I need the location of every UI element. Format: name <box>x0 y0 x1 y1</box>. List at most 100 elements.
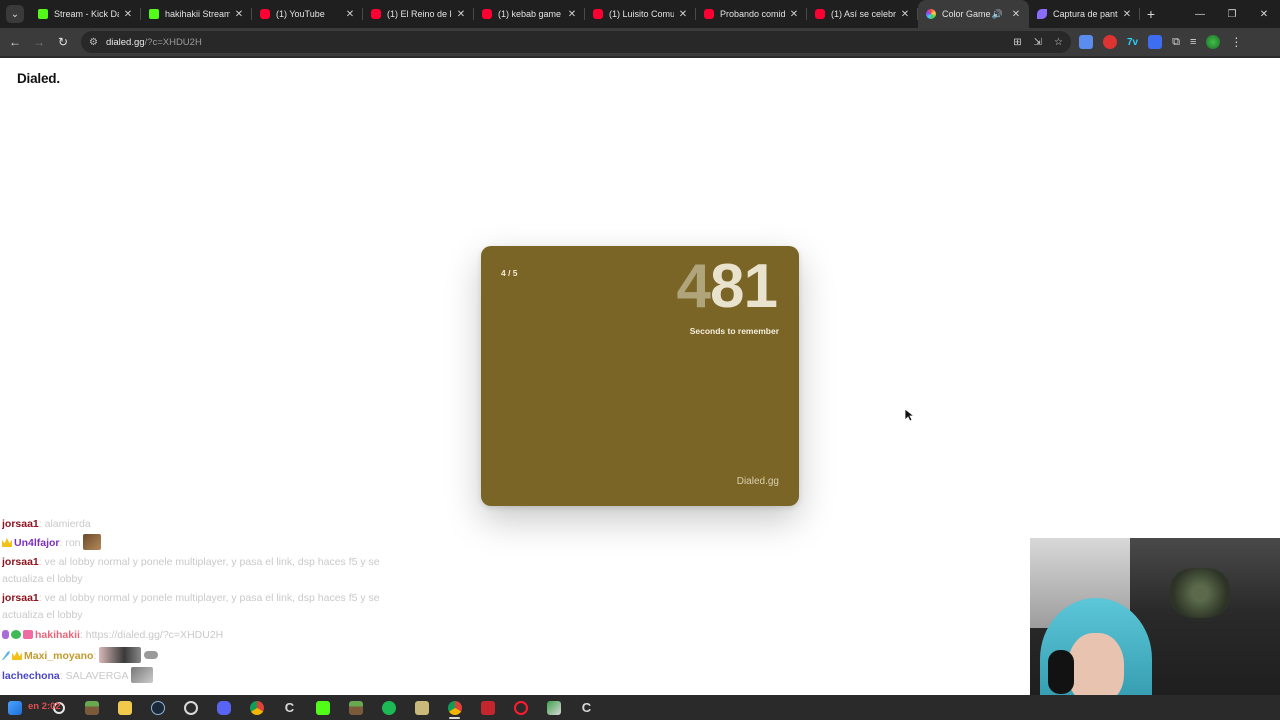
toolbar-divider <box>0 56 1280 58</box>
sub-badge-icon <box>23 630 33 639</box>
chat-text: : ve al lobby normal y ponele multiplaye… <box>2 556 380 585</box>
chat-text: : https://dialed.gg/?c=XHDU2H <box>79 629 224 641</box>
kick-icon <box>315 700 330 715</box>
taskbar-game[interactable] <box>75 695 108 720</box>
taskbar-kick[interactable] <box>306 695 339 720</box>
tab-asi-se-celebra[interactable]: (1) Así se celebra ✕ <box>807 0 918 28</box>
site-settings-icon[interactable]: ⚙ <box>89 37 98 48</box>
extension-blue-icon[interactable] <box>1148 35 1163 49</box>
tab-title: (1) El Reino de los <box>387 9 452 19</box>
taskbar-obs[interactable] <box>174 695 207 720</box>
cat-emote-icon <box>83 534 102 550</box>
taskbar-spotify[interactable] <box>372 695 405 720</box>
taskbar-chrome[interactable] <box>240 695 273 720</box>
taskbar-ccleaner[interactable]: C <box>273 695 306 720</box>
taskbar-chrome-active[interactable] <box>438 695 471 720</box>
mic-badge-icon <box>2 630 9 639</box>
bookmark-star-icon[interactable]: ☆ <box>1054 37 1063 48</box>
taskbar-file-explorer[interactable] <box>108 695 141 720</box>
taskbar-steam[interactable] <box>141 695 174 720</box>
translate-icon[interactable]: ⊞ <box>1013 37 1021 48</box>
extensions-bar: 7v ⧉ ≡ ⋮ <box>1079 35 1242 49</box>
tab-kebab-game[interactable]: (1) kebab game s ✕ <box>474 0 585 28</box>
speaker-icon[interactable]: 🔊 <box>992 9 1003 20</box>
profile-avatar-icon[interactable] <box>1206 35 1221 49</box>
small-emote-icon <box>130 667 153 683</box>
timer-caption: Seconds to remember <box>689 326 779 336</box>
start-icon <box>8 700 22 715</box>
tab-luisito-comunica[interactable]: (1) Luisito Comun ✕ <box>585 0 696 28</box>
chat-username: jorsaa1 <box>2 592 39 604</box>
tab-search-chevron-icon[interactable]: ⌄ <box>6 5 24 23</box>
close-icon[interactable]: ✕ <box>1122 9 1132 20</box>
reload-icon[interactable]: ↻ <box>51 35 75 49</box>
discord-icon <box>216 700 231 715</box>
tab-color-game[interactable]: Color Game - 🔊 ✕ <box>918 0 1029 28</box>
start-button[interactable] <box>4 695 26 720</box>
forward-arrow-icon[interactable]: → <box>27 35 51 49</box>
tab-title: (1) YouTube <box>276 9 325 19</box>
taskbar-voicemeeter[interactable] <box>471 695 504 720</box>
close-icon[interactable]: ✕ <box>345 9 355 20</box>
close-icon[interactable]: ✕ <box>900 9 910 20</box>
timer-remaining-digits: 81 <box>710 252 778 321</box>
taskbar-discord[interactable] <box>207 695 240 720</box>
tab-captura-de-pantalla[interactable]: Captura de panta ✕ <box>1029 0 1140 28</box>
kebab-menu-icon[interactable]: ⋮ <box>1230 35 1242 49</box>
webcam-streamer-face <box>1068 633 1124 703</box>
chat-message: jorsaa1: alamierda <box>2 519 422 532</box>
chrome-icon <box>447 700 462 715</box>
extensions-puzzle-icon[interactable]: ⧉ <box>1172 36 1180 49</box>
media-controls-icon[interactable]: ≡ <box>1190 36 1196 48</box>
restore-icon[interactable]: ❐ <box>1216 9 1248 20</box>
taskbar-ccleaner-2[interactable]: C <box>570 695 603 720</box>
chat-message: hakihakii: https://dialed.gg/?c=XHDU2H <box>2 626 422 645</box>
tab-title: Stream - Kick Das <box>54 9 119 19</box>
ccleaner-icon: C <box>581 700 592 715</box>
chat-username: jorsaa1 <box>2 556 39 568</box>
taskbar-game-launcher[interactable] <box>405 695 438 720</box>
tab-hakihakii-stream[interactable]: hakihakii Stream ✕ <box>141 0 252 28</box>
taskbar-overlay-label: en 2:02 <box>28 701 61 712</box>
7tv-extension-icon[interactable]: 7v <box>1127 37 1138 48</box>
extension-red-icon[interactable] <box>1103 35 1117 49</box>
tab-title: (1) kebab game s <box>498 9 563 19</box>
taskbar-minecraft[interactable] <box>339 695 372 720</box>
tab-title: Probando comida <box>720 9 785 19</box>
taskbar-opera[interactable] <box>504 695 537 720</box>
translate-extension-icon[interactable] <box>1079 35 1093 49</box>
kick-icon <box>149 9 159 19</box>
dialed-logo[interactable]: Dialed. <box>17 71 60 86</box>
close-icon[interactable]: ✕ <box>456 9 466 20</box>
install-app-icon[interactable]: ⇲ <box>1034 37 1042 48</box>
browser-toolbar: ← → ↻ ⚙ dialed.gg/?c=XHDU2H ⊞ ⇲ ☆ 7v ⧉ ≡… <box>0 28 1280 56</box>
chat-text: : alamierda <box>38 519 91 530</box>
taskbar-book-app[interactable] <box>537 695 570 720</box>
chat-message: Un4lfajor: ron <box>2 532 422 554</box>
color-wheel-icon <box>926 9 936 19</box>
chat-message: jorsaa1: ve al lobby normal y ponele mul… <box>2 554 422 588</box>
close-icon[interactable]: ✕ <box>1011 9 1021 20</box>
window-close-icon[interactable]: ✕ <box>1248 9 1280 20</box>
address-bar[interactable]: ⚙ dialed.gg/?c=XHDU2H ⊞ ⇲ ☆ <box>81 31 1071 53</box>
close-icon[interactable]: ✕ <box>123 9 133 20</box>
ccleaner-icon: C <box>284 700 295 715</box>
url-host: dialed.gg <box>105 36 145 48</box>
youtube-icon <box>815 9 825 19</box>
card-brand-watermark: Dialed.gg <box>736 476 779 487</box>
back-arrow-icon[interactable]: ← <box>3 35 27 49</box>
verified-badge-icon <box>11 630 21 639</box>
steam-icon <box>150 700 165 715</box>
new-tab-plus-icon[interactable]: + <box>1140 6 1162 22</box>
minimize-icon[interactable]: — <box>1184 9 1216 20</box>
close-icon[interactable]: ✕ <box>234 9 244 20</box>
game-launcher-icon <box>414 700 429 715</box>
tab-probando-comida[interactable]: Probando comida ✕ <box>696 0 807 28</box>
close-icon[interactable]: ✕ <box>789 9 799 20</box>
tab-kick-stream[interactable]: Stream - Kick Das ✕ <box>30 0 141 28</box>
close-icon[interactable]: ✕ <box>678 9 688 20</box>
tab-youtube[interactable]: (1) YouTube ✕ <box>252 0 363 28</box>
book-icon <box>546 700 561 715</box>
close-icon[interactable]: ✕ <box>567 9 577 20</box>
tab-el-reino[interactable]: (1) El Reino de los ✕ <box>363 0 474 28</box>
